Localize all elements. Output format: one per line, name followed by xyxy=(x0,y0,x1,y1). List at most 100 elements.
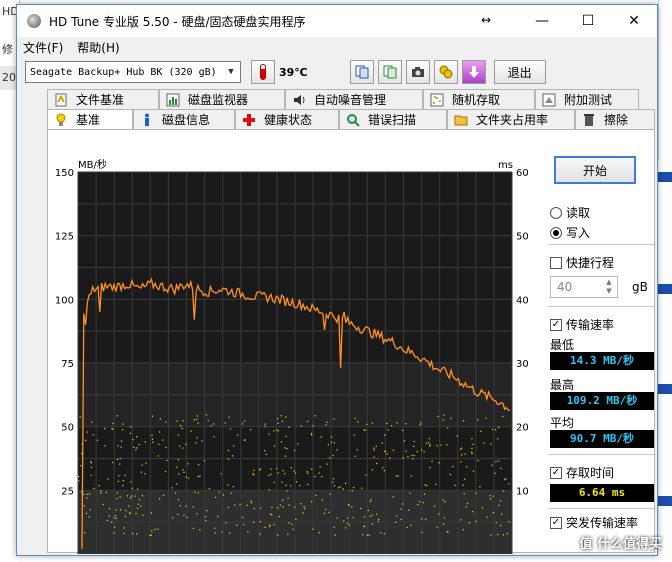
access-time-point xyxy=(495,522,497,524)
access-time-point xyxy=(370,499,372,501)
maximize-button[interactable]: ☐ xyxy=(565,5,611,37)
access-time-checkbox[interactable]: ✓ 存取时间 xyxy=(550,464,614,481)
access-time-point xyxy=(166,459,168,462)
access-time-point xyxy=(396,515,398,517)
access-time-point xyxy=(444,501,446,503)
access-time-point xyxy=(462,420,465,422)
access-time-point xyxy=(420,422,422,424)
access-time-point xyxy=(302,512,304,514)
access-time-point xyxy=(117,445,119,447)
avg-label: 平均 xyxy=(550,416,575,430)
access-time-point xyxy=(342,488,345,490)
toolbar: Seagate Backup+ Hub BK (320 gB) ▼ 39℃ 退出 xyxy=(17,57,657,87)
y-tick-label-right: 20 xyxy=(516,423,529,434)
file-benchmark-icon xyxy=(55,93,67,106)
tab-health[interactable]: 健康状态 xyxy=(235,109,339,129)
access-time-point xyxy=(135,513,137,515)
access-time-point xyxy=(405,423,407,425)
access-time-point xyxy=(196,437,198,439)
access-time-point xyxy=(192,527,195,530)
access-time-point xyxy=(162,439,164,441)
access-time-point xyxy=(443,414,445,416)
background-bar-4 xyxy=(658,496,672,506)
access-time-point xyxy=(494,472,496,474)
access-time-point xyxy=(213,436,215,438)
access-time-point xyxy=(190,430,192,432)
access-time-point xyxy=(422,501,424,504)
access-time-point xyxy=(90,461,92,463)
access-time-point xyxy=(332,454,334,457)
access-time-point xyxy=(314,475,316,478)
access-time-point xyxy=(384,434,386,436)
menu-help[interactable]: 帮助(H) xyxy=(77,39,119,56)
access-time-point xyxy=(502,534,505,536)
access-time-point xyxy=(208,488,211,490)
access-time-point xyxy=(236,524,238,526)
quick-stroke-checkbox[interactable]: 快捷行程 xyxy=(550,254,614,271)
access-time-point xyxy=(106,519,109,521)
burst-rate-checkbox[interactable]: ✓ 突发传输速率 xyxy=(550,514,638,531)
access-time-point xyxy=(222,494,224,496)
access-time-point xyxy=(290,467,293,469)
transfer-rate-checkbox[interactable]: ✓ 传输速率 xyxy=(550,316,614,333)
spin-arrows-icon[interactable]: ▲ ▼ xyxy=(603,278,615,296)
access-time-point xyxy=(273,523,275,526)
access-time-point xyxy=(464,478,466,480)
write-radio[interactable]: 写入 xyxy=(550,224,590,241)
access-time-point xyxy=(328,511,330,513)
access-time-point xyxy=(130,495,133,497)
options-button[interactable] xyxy=(433,60,458,84)
max-value: 109.2 MB/秒 xyxy=(550,392,654,410)
access-time-point xyxy=(83,493,85,495)
screenshot-button[interactable] xyxy=(405,60,430,84)
tab-folder-usage[interactable]: 文件夹占用率 xyxy=(447,109,575,129)
drive-select[interactable]: Seagate Backup+ Hub BK (320 gB) ▼ xyxy=(25,61,241,83)
save-button[interactable] xyxy=(461,60,486,84)
access-time-point xyxy=(362,533,364,536)
access-time-point xyxy=(440,444,442,446)
read-radio[interactable]: 读取 xyxy=(550,204,590,221)
tab-benchmark[interactable]: 基准 xyxy=(47,109,133,129)
tab-extra-tests[interactable]: 附加测试 xyxy=(535,89,639,109)
access-time-point xyxy=(86,431,88,433)
access-time-point xyxy=(250,429,252,431)
access-time-point xyxy=(118,475,120,477)
access-time-point xyxy=(294,472,297,474)
access-time-point xyxy=(397,475,399,477)
copy-all-button[interactable] xyxy=(377,60,402,84)
tab-disk-monitor[interactable]: 磁盘监视器 xyxy=(159,89,285,109)
access-time-point xyxy=(157,528,159,530)
copy-info-button[interactable] xyxy=(349,60,374,84)
minimize-button[interactable]: — xyxy=(519,5,565,37)
title-bar[interactable]: HD Tune 专业版 5.50 - 硬盘/固态硬盘实用程序 ↔ — ☐ ✕ xyxy=(17,5,657,37)
tab-disk-info[interactable]: 磁盘信息 xyxy=(133,109,235,129)
access-time-point xyxy=(98,485,100,487)
tab-random-access[interactable]: 随机存取 xyxy=(423,89,535,109)
access-time-point xyxy=(193,419,195,421)
tab-erase[interactable]: 擦除 xyxy=(575,109,655,129)
access-time-point xyxy=(182,447,184,449)
access-time-point xyxy=(232,486,234,488)
access-time-point xyxy=(463,493,465,495)
background-window-right xyxy=(658,0,672,160)
tab-noise-management[interactable]: 自动噪音管理 xyxy=(285,89,423,109)
access-time-point xyxy=(199,475,201,478)
access-time-point xyxy=(129,513,131,515)
exit-button[interactable]: 退出 xyxy=(493,60,546,84)
access-time-point xyxy=(416,451,418,453)
tab-error-scan[interactable]: 错误扫描 xyxy=(339,109,447,129)
access-time-point xyxy=(367,509,369,511)
temperature-button[interactable] xyxy=(251,60,275,84)
access-time-point xyxy=(131,533,134,535)
access-time-point xyxy=(140,471,142,473)
access-time-point xyxy=(375,462,378,465)
quick-stroke-input[interactable]: 40 ▲ ▼ xyxy=(550,276,618,298)
start-button[interactable]: 开始 xyxy=(554,156,636,184)
menu-file[interactable]: 文件(F) xyxy=(23,39,63,56)
close-button[interactable]: ✕ xyxy=(611,5,657,37)
access-time-point xyxy=(419,501,421,503)
watermark-logo: 值 什么值得买 xyxy=(579,537,662,552)
access-time-point xyxy=(227,506,229,509)
access-time-point xyxy=(400,508,402,510)
tab-file-benchmark[interactable]: 文件基准 xyxy=(47,89,159,109)
